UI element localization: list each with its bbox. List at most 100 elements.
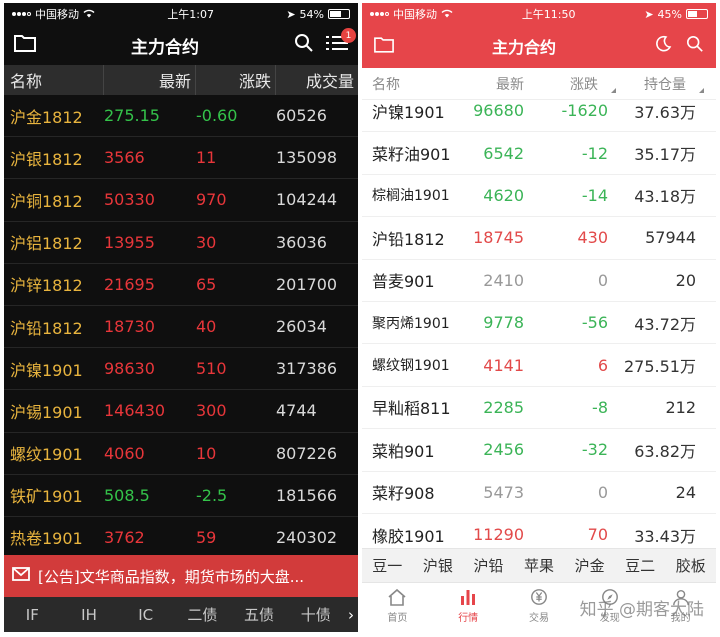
tab-five-year-bond[interactable]: 五债 — [231, 604, 288, 625]
last-price: 3762 — [104, 527, 145, 547]
table-row[interactable]: 沪金1812 275.15 -0.60 60526 — [4, 95, 358, 138]
volume: 135098 — [276, 148, 338, 168]
price-change: 10 — [196, 443, 217, 463]
tab-if[interactable]: IF — [4, 606, 61, 624]
tab-plywood[interactable]: 胶板 — [665, 555, 716, 576]
night-mode-icon[interactable] — [654, 35, 672, 57]
contract-name: 沪镍1901 — [372, 102, 445, 122]
mail-icon — [12, 567, 30, 585]
header-last[interactable]: 最新 — [104, 65, 196, 95]
contract-name: 普麦901 — [372, 272, 435, 292]
contract-name: 沪金1812 — [10, 107, 83, 127]
price-change: 59 — [196, 527, 217, 547]
tab-market[interactable]: 行情 — [433, 588, 504, 624]
tab-two-year-bond[interactable]: 二债 — [174, 604, 231, 625]
table-row[interactable]: 铁矿1901 508.5 -2.5 181566 — [4, 475, 358, 517]
tab-silver[interactable]: 沪银 — [413, 555, 464, 576]
table-row[interactable]: 热卷1901 3762 59 240302 — [4, 517, 358, 560]
header-open-interest-label: 持仓量 — [644, 76, 686, 93]
header-open-interest[interactable]: 持仓量 — [612, 74, 704, 94]
header-name[interactable]: 名称 — [4, 65, 104, 95]
table-row[interactable]: 沪铅1812 18745 430 57944 — [362, 217, 716, 260]
table-row[interactable]: 沪锌1812 21695 65 201700 — [4, 264, 358, 306]
price-change: 0 — [597, 270, 608, 290]
tab-soybean-1[interactable]: 豆一 — [362, 555, 413, 576]
table-row[interactable]: 沪铜1812 50330 970 104244 — [4, 179, 358, 222]
contract-name: 菜粕901 — [372, 441, 435, 461]
last-price: 146430 — [104, 401, 166, 421]
table-row[interactable]: 橡胶1901 11290 70 33.43万 — [362, 514, 716, 548]
chevron-right-icon[interactable]: › — [344, 606, 358, 624]
contract-name: 热卷1901 — [10, 529, 83, 549]
folder-icon[interactable] — [14, 34, 36, 56]
open-interest: 63.82万 — [634, 441, 696, 461]
header-volume[interactable]: 成交量 — [276, 65, 358, 95]
header-change-label: 涨跌 — [570, 76, 598, 93]
table-row[interactable]: 螺纹1901 4060 10 807226 — [4, 433, 358, 475]
last-price: 50330 — [104, 190, 155, 210]
last-price: 11290 — [473, 525, 524, 545]
tab-apple[interactable]: 苹果 — [514, 555, 565, 576]
volume: 4744 — [276, 401, 317, 421]
table-row[interactable]: 棕榈油1901 4620 -14 43.18万 — [362, 175, 716, 218]
price-change: -56 — [581, 313, 608, 333]
tab-soybean-2[interactable]: 豆二 — [615, 555, 666, 576]
table-row[interactable]: 沪铅1812 18730 40 26034 — [4, 306, 358, 349]
battery-percent: 54% — [299, 7, 324, 21]
contract-name: 沪铅1812 — [372, 229, 445, 249]
category-tabs: IF IH IC 二债 五债 十债 › — [4, 597, 358, 632]
notification-badge: 1 — [341, 28, 356, 43]
menu-list-icon[interactable]: 1 — [326, 28, 356, 56]
price-change: -8 — [592, 397, 608, 417]
header-name[interactable]: 名称 — [362, 74, 462, 94]
table-row[interactable]: 早籼稻811 2285 -8 212 — [362, 387, 716, 430]
header-change[interactable]: 涨跌 — [528, 74, 616, 94]
table-row[interactable]: 沪银1812 3566 11 135098 — [4, 137, 358, 180]
tab-trade[interactable]: 交易 — [504, 588, 575, 624]
price-change: -2.5 — [196, 485, 228, 505]
tab-ic[interactable]: IC — [117, 606, 174, 624]
search-icon[interactable] — [686, 35, 704, 57]
right-phone-screen: 中国移动 上午11:50 ➤ 45% 主力合约 名称 最新 涨跌 持仓量 沪镍1… — [362, 3, 716, 632]
tab-lead[interactable]: 沪铅 — [463, 555, 514, 576]
search-icon[interactable] — [294, 33, 314, 57]
volume: 36036 — [276, 232, 327, 252]
volume: 60526 — [276, 106, 327, 126]
tab-home[interactable]: 首页 — [362, 588, 433, 624]
battery-percent: 45% — [657, 7, 682, 21]
table-row[interactable]: 菜籽908 5473 0 24 — [362, 472, 716, 514]
table-row[interactable]: 沪镍1901 98630 510 317386 — [4, 348, 358, 391]
contract-name: 沪铅1812 — [10, 318, 83, 338]
table-row[interactable]: 普麦901 2410 0 20 — [362, 260, 716, 302]
battery-icon — [328, 9, 350, 19]
volume: 181566 — [276, 485, 338, 505]
battery-icon — [686, 9, 708, 19]
contract-name: 橡胶1901 — [372, 526, 445, 546]
price-change: 0 — [597, 482, 608, 502]
volume: 201700 — [276, 274, 338, 294]
price-change: 300 — [196, 401, 227, 421]
table-row[interactable]: 沪锡1901 146430 300 4744 — [4, 390, 358, 433]
price-change: -32 — [581, 440, 608, 460]
table-row[interactable]: 螺纹钢1901 4141 6 275.51万 — [362, 344, 716, 387]
last-price: 5473 — [483, 482, 524, 502]
table-row[interactable]: 菜籽油901 6542 -12 35.17万 — [362, 132, 716, 175]
price-change: -1620 — [561, 101, 609, 121]
tab-gold[interactable]: 沪金 — [564, 555, 615, 576]
table-row[interactable]: 沪铝1812 13955 30 36036 — [4, 222, 358, 264]
left-phone-screen: 中国移动 上午1:07 ➤ 54% 主力合约 1 名称 最新 涨跌 成交量 沪金… — [4, 3, 358, 632]
contract-name: 铁矿1901 — [10, 487, 83, 507]
table-row[interactable]: 菜粕901 2456 -32 63.82万 — [362, 429, 716, 472]
table-row[interactable]: 聚丙烯1901 9778 -56 43.72万 — [362, 302, 716, 345]
folder-icon[interactable] — [374, 36, 394, 57]
header-last[interactable]: 最新 — [462, 74, 528, 94]
table-row[interactable]: 沪镍1901 96680 -1620 37.63万 — [362, 100, 716, 133]
announcement-bar[interactable]: [公告]文华商品指数，期货市场的大盘... — [4, 555, 358, 597]
contract-name: 早籼稻811 — [372, 399, 451, 419]
header-change[interactable]: 涨跌 — [196, 65, 276, 95]
price-change: 6 — [597, 355, 608, 375]
price-change: 510 — [196, 359, 227, 379]
open-interest: 33.43万 — [634, 526, 696, 546]
tab-ten-year-bond[interactable]: 十债 — [287, 604, 344, 625]
tab-ih[interactable]: IH — [61, 606, 118, 624]
